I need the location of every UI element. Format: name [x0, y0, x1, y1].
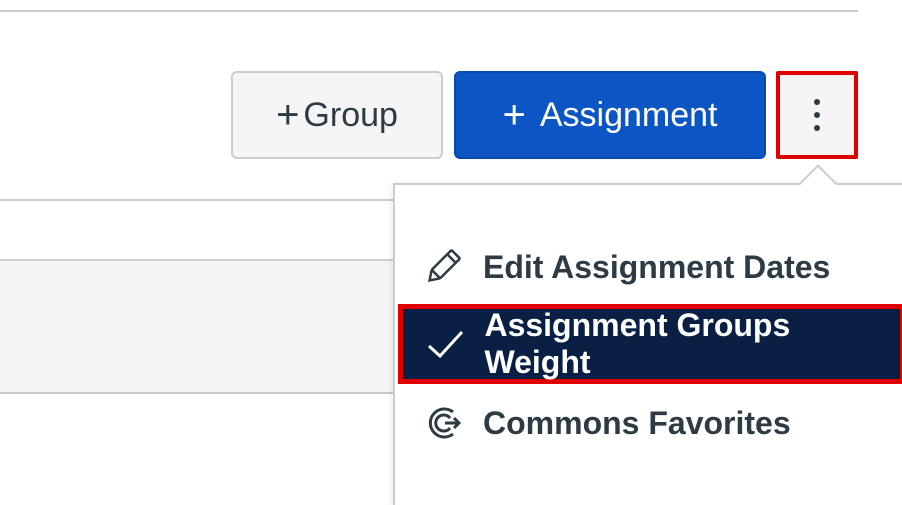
assignment-group-panel [0, 259, 396, 394]
add-group-button[interactable]: + Group [231, 71, 443, 159]
options-dropdown-menu: Edit Assignment Dates Assignment Groups … [393, 183, 902, 505]
checkmark-icon [423, 322, 466, 366]
menu-item-assignment-groups-weight[interactable]: Assignment Groups Weight [398, 304, 902, 384]
add-group-label: Group [303, 95, 398, 134]
menu-item-commons-favorites[interactable]: Commons Favorites [395, 387, 902, 459]
menu-item-edit-assignment-dates[interactable]: Edit Assignment Dates [395, 231, 902, 303]
add-assignment-button[interactable]: + Assignment [454, 71, 766, 159]
menu-item-label: Edit Assignment Dates [483, 248, 831, 285]
pencil-icon [421, 245, 465, 289]
menu-item-label: Commons Favorites [483, 404, 791, 441]
more-options-button[interactable] [776, 71, 858, 159]
header-divider [0, 199, 398, 201]
menu-item-label: Assignment Groups Weight [484, 307, 791, 380]
kebab-vertical-icon [814, 99, 820, 131]
add-assignment-label: Assignment [539, 95, 718, 134]
top-divider [0, 10, 858, 12]
commons-share-icon [421, 401, 465, 445]
plus-icon: + [502, 93, 526, 137]
plus-icon: + [276, 93, 300, 137]
